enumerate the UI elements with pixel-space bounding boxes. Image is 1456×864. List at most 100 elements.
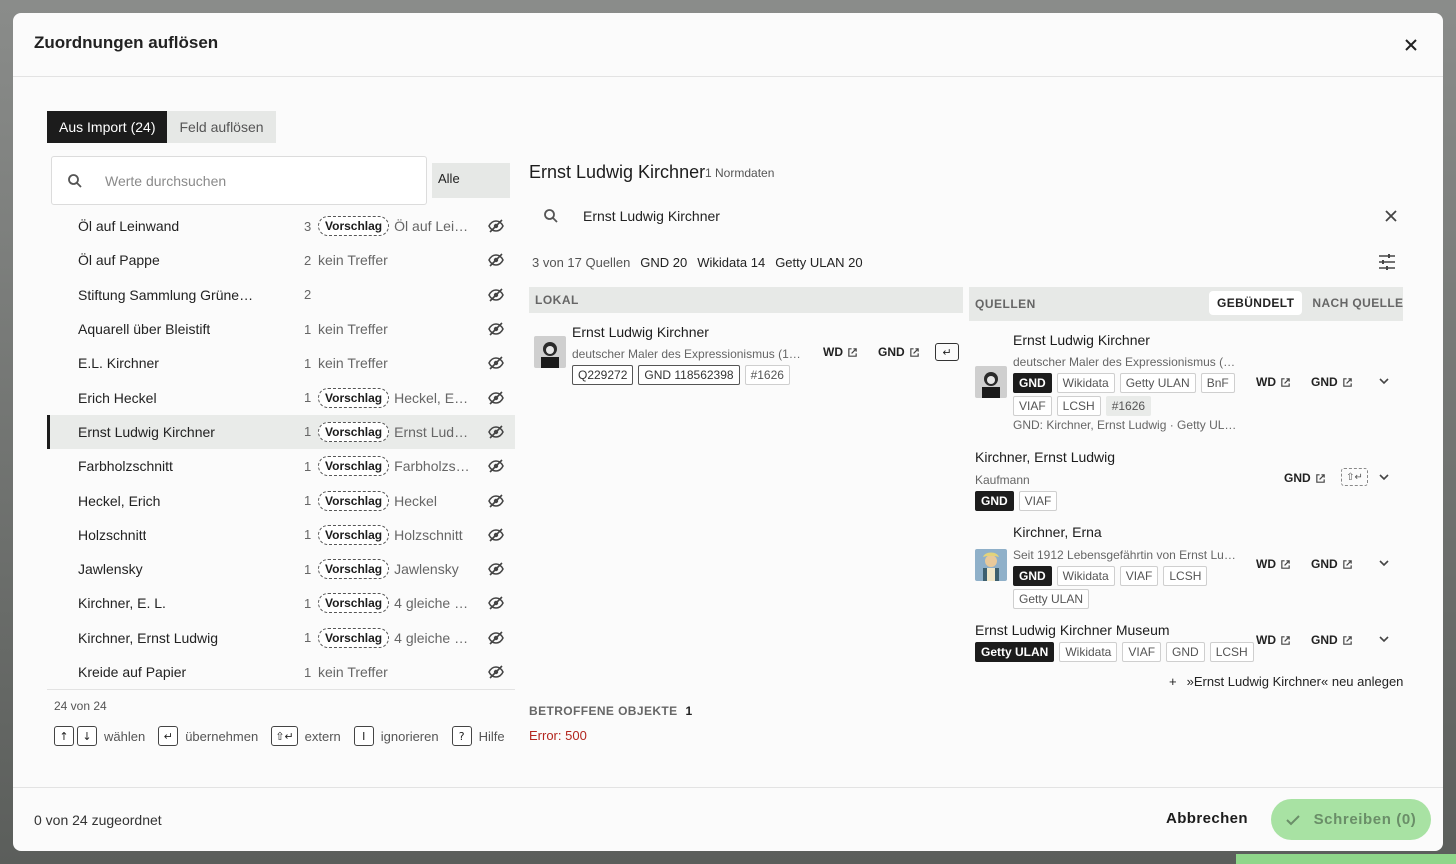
chevron-down-icon[interactable] (1378, 633, 1390, 645)
ignore-eye-icon[interactable] (488, 630, 504, 646)
grouping-toggle: GEBÜNDELT NACH QUELLE (1209, 291, 1411, 315)
tab-resolve-field[interactable]: Feld auflösen (167, 111, 276, 143)
list-item-name: Kirchner, Ernst Ludwig (78, 629, 219, 646)
ignore-eye-icon[interactable] (488, 493, 504, 509)
detail-subtitle: 1 Normdaten (705, 166, 775, 180)
ignore-eye-icon[interactable] (488, 287, 504, 303)
list-item[interactable]: Stiftung Sammlung Grüne… 2 (47, 278, 515, 312)
toggle-by-source[interactable]: NACH QUELLE (1304, 291, 1411, 315)
ignore-eye-icon[interactable] (488, 390, 504, 406)
portrait-thumbnail (534, 336, 566, 368)
ignore-eye-icon[interactable] (488, 664, 504, 680)
list-item-status: kein Treffer (318, 252, 388, 268)
authority-search-input[interactable]: Ernst Ludwig Kirchner (583, 208, 720, 224)
source-card-title: Kirchner, Erna (1013, 524, 1102, 540)
list-item[interactable]: Ernst Ludwig Kirchner 1 Vorschlag Ernst Lud… (47, 414, 515, 450)
ignore-eye-icon[interactable] (488, 218, 504, 234)
list-item-status: Vorschlag 4 gleiche … (318, 627, 468, 648)
ignore-eye-icon[interactable] (488, 252, 504, 268)
wd-link[interactable]: WD (1256, 375, 1291, 389)
list-item-name: Holzschnitt (78, 526, 147, 543)
list-item[interactable]: Kreide auf Papier 1 kein Treffer (47, 655, 515, 689)
settings-sliders-icon[interactable] (1377, 253, 1397, 271)
source-chip: Wikidata (1059, 642, 1118, 662)
shortcut-label: übernehmen (185, 728, 259, 744)
list-item-status: Vorschlag Öl auf Lei… (318, 216, 468, 237)
list-item[interactable]: Aquarell über Bleistift 1 kein Treffer (47, 312, 515, 346)
tab-import[interactable]: Aus Import (24) (47, 111, 168, 143)
list-item[interactable]: Holzschnitt 1 Vorschlag Holzschnitt (47, 518, 515, 552)
value-search (51, 156, 427, 205)
list-item-name: Erich Heckel (78, 389, 157, 406)
gnd-link[interactable]: GND (1284, 471, 1326, 485)
check-icon (1285, 814, 1300, 825)
portrait-thumbnail (975, 366, 1007, 398)
source-chip: GND (1166, 642, 1205, 662)
external-link-icon (1315, 473, 1325, 483)
list-item[interactable]: Farbholzschnitt 1 Vorschlag Farbholzs… (47, 449, 515, 483)
list-item[interactable]: E.L. Kirchner 1 kein Treffer (47, 346, 515, 380)
ignore-eye-icon[interactable] (488, 561, 504, 577)
suggestion-badge: Vorschlag (318, 593, 390, 614)
source-chip: Wikidata (1056, 566, 1115, 586)
local-card-desc: deutscher Maler des Expressionismus (1… (572, 347, 801, 361)
wd-link[interactable]: WD (1256, 557, 1291, 571)
clear-icon[interactable] (1381, 206, 1401, 226)
toggle-bundled[interactable]: GEBÜNDELT (1209, 291, 1303, 315)
gnd-link[interactable]: GND (878, 345, 920, 359)
local-card-ids: Q229272 GND 118562398 #1626 (572, 365, 790, 385)
suggestion-match: Heckel, Er… (394, 389, 473, 406)
external-accept-button[interactable]: ⇧↵ (1341, 468, 1368, 486)
wd-link[interactable]: WD (823, 345, 858, 359)
source-card-chips: Getty ULAN Wikidata VIAF GND LCSH (975, 642, 1254, 662)
source-card-desc: deutscher Maler des Expressionismus (… (1013, 355, 1236, 369)
create-new-entry-link[interactable]: + »Ernst Ludwig Kirchner« neu anlegen (1169, 674, 1403, 689)
ignore-eye-icon[interactable] (488, 321, 504, 337)
key-cap: ⇧↵ (271, 726, 298, 746)
list-item-name: Jawlensky (78, 561, 143, 578)
close-button[interactable] (1399, 33, 1423, 57)
wd-link[interactable]: WD (1256, 633, 1291, 647)
suggestion-badge: Vorschlag (318, 216, 390, 237)
assigned-count: 0 von 24 zugeordnet (34, 812, 162, 828)
source-card-desc: Seit 1912 Lebensgefährtin von Ernst Lu… (1013, 548, 1236, 562)
source-card-chips: GND VIAF (975, 491, 1058, 511)
gnd-link[interactable]: GND (1311, 375, 1353, 389)
value-list: Öl auf Leinwand 3 Vorschlag Öl auf Lei… Öl a… (47, 209, 515, 689)
accept-button[interactable]: ↵ (935, 343, 959, 361)
ignore-eye-icon[interactable] (488, 527, 504, 543)
gnd-link[interactable]: GND (1311, 557, 1353, 571)
source-chip: VIAF (1119, 566, 1159, 586)
write-button[interactable]: Schreiben (0) (1271, 799, 1431, 840)
external-link-icon (848, 347, 857, 357)
ignore-eye-icon[interactable] (488, 595, 504, 611)
chevron-down-icon[interactable] (1378, 557, 1390, 569)
ignore-eye-icon[interactable] (488, 458, 504, 474)
chevron-down-icon[interactable] (1378, 375, 1390, 387)
filter-select[interactable]: Alle (432, 163, 510, 198)
list-item[interactable]: Öl auf Pappe 2 kein Treffer (47, 243, 515, 277)
external-link-icon (909, 347, 919, 357)
list-item-status: Vorschlag 4 gleiche … (318, 593, 468, 614)
search-input[interactable] (105, 172, 405, 189)
ignore-eye-icon[interactable] (488, 424, 504, 440)
list-item-count: 1 (304, 595, 312, 611)
list-item[interactable]: Erich Heckel 1 Vorschlag Heckel, Er… (47, 380, 515, 414)
source-chip: VIAF (1018, 491, 1058, 511)
close-icon (1405, 39, 1417, 51)
cancel-button[interactable]: Abbrechen (1166, 810, 1248, 827)
source-card-title: Ernst Ludwig Kirchner Museum (975, 622, 1170, 638)
list-item[interactable]: Öl auf Leinwand 3 Vorschlag Öl auf Lei… (47, 209, 515, 243)
gnd-link[interactable]: GND (1311, 633, 1353, 647)
ignore-eye-icon[interactable] (488, 355, 504, 371)
shortcut-hint: ? Hilfe (451, 726, 505, 746)
list-item[interactable]: Jawlensky 1 Vorschlag Jawlensky (47, 552, 515, 586)
list-item-count: 1 (304, 321, 312, 337)
chevron-down-icon[interactable] (1378, 471, 1390, 483)
list-divider (47, 689, 515, 690)
source-chip: VIAF (1122, 642, 1162, 662)
list-item[interactable]: Kirchner, E. L. 1 Vorschlag 4 gleiche … (47, 586, 515, 620)
list-item[interactable]: Kirchner, Ernst Ludwig 1 Vorschlag 4 gleich… (47, 621, 515, 655)
list-item[interactable]: Heckel, Erich 1 Vorschlag Heckel (47, 483, 515, 517)
dialog-header: Zuordnungen auflösen (13, 13, 1443, 77)
